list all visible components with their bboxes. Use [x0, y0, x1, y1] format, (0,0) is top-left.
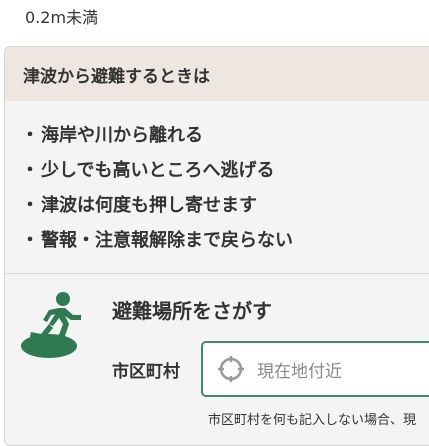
list-item: ・ 海岸や川から離れる: [21, 121, 429, 156]
bullet: ・: [21, 195, 39, 216]
panel-header: 津波から避難するときは: [5, 47, 429, 101]
bullet: ・: [21, 125, 39, 146]
tip-text: 少しでも高いところへ逃げる: [41, 160, 275, 181]
running-person-icon: [21, 292, 81, 358]
tip-text: 海岸や川から離れる: [41, 125, 203, 146]
depth-value-text: 0.2m未満: [25, 8, 99, 27]
municipality-label: 市区町村: [112, 362, 180, 382]
evacuation-tips-list: ・ 海岸や川から離れる ・ 少しでも高いところへ逃げる ・ 津波は何度も押し寄せ…: [5, 101, 429, 261]
list-item: ・ 少しでも高いところへ逃げる: [21, 156, 429, 191]
tsunami-evacuation-panel: 津波から避難するときは ・ 海岸や川から離れる ・ 少しでも高いところへ逃げる …: [4, 46, 429, 446]
tip-text: 警報・注意報解除まで戻らない: [41, 230, 293, 251]
municipality-input[interactable]: 現在地付近: [201, 341, 429, 397]
list-item: ・ 警報・注意報解除まで戻らない: [21, 226, 429, 261]
input-note: 市区町村を何も記入しない場合、現: [208, 413, 417, 428]
search-title: 避難場所をさがす: [112, 299, 272, 323]
input-placeholder: 現在地付近: [257, 361, 342, 382]
list-item: ・ 津波は何度も押し寄せます: [21, 191, 429, 226]
bullet: ・: [21, 230, 39, 251]
bullet: ・: [21, 160, 39, 181]
location-target-icon[interactable]: [217, 355, 245, 383]
section-divider: [5, 273, 429, 274]
tip-text: 津波は何度も押し寄せます: [41, 195, 257, 216]
